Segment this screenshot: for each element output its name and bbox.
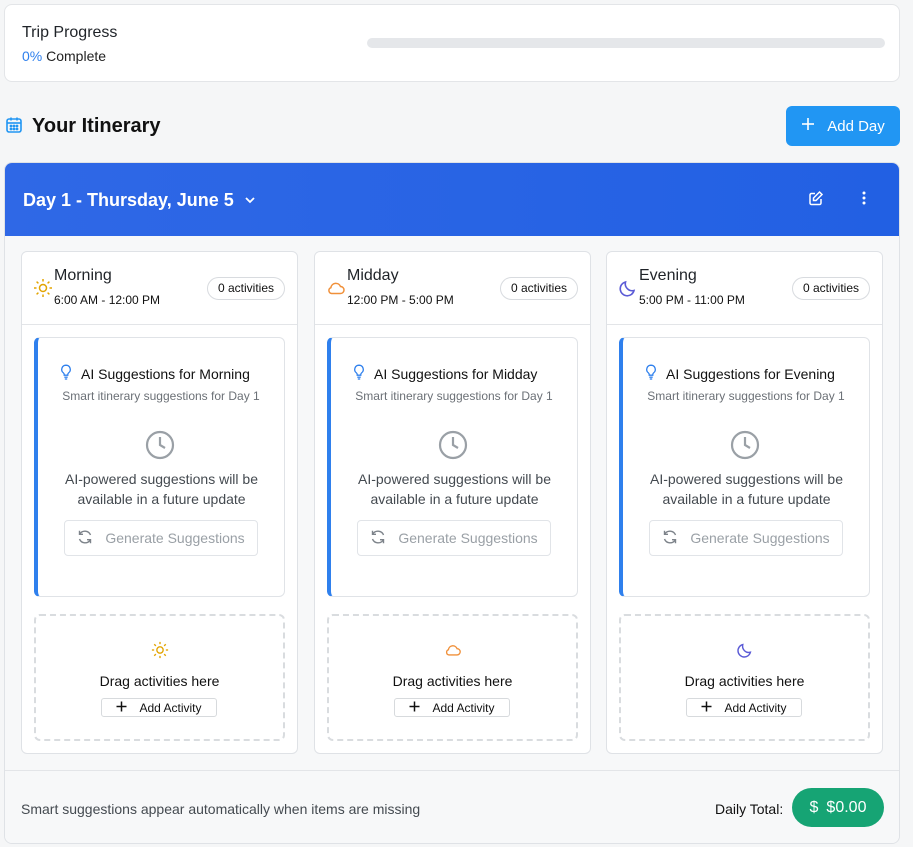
moon-icon (736, 641, 754, 659)
ai-suggestions-title: AI Suggestions for Evening (666, 365, 835, 382)
ai-suggestions-heading: AI Suggestions for Evening (645, 364, 835, 383)
progress-title: Trip Progress (22, 24, 118, 41)
period-header: Midday 12:00 PM - 5:00 PM 0 activities (315, 252, 590, 325)
period-header: Evening 5:00 PM - 11:00 PM 0 activities (607, 252, 882, 325)
add-activity-label: Add Activity (139, 700, 202, 715)
generate-suggestions-button[interactable]: Generate Suggestions (64, 520, 258, 556)
generate-suggestions-label: Generate Suggestions (105, 530, 245, 546)
period-evening: Evening 5:00 PM - 11:00 PM 0 activities … (606, 251, 883, 754)
period-name: Morning (54, 267, 112, 284)
sun-icon (151, 641, 169, 659)
plus-icon (801, 117, 815, 135)
day-more-button[interactable] (853, 189, 875, 211)
progress-status: 0% Complete (22, 48, 106, 64)
add-activity-button[interactable]: Add Activity (686, 698, 802, 717)
activity-count-badge: 0 activities (206, 277, 285, 300)
ai-suggestions-panel: AI Suggestions for Midday Smart itinerar… (327, 337, 578, 597)
more-vertical-icon (862, 191, 866, 210)
ai-suggestions-message: AI-powered suggestions will be available… (358, 471, 551, 507)
itinerary-title: Your Itinerary (32, 115, 161, 137)
clock-icon (437, 429, 469, 461)
ai-suggestions-subtitle: Smart itinerary suggestions for Day 1 (62, 389, 260, 403)
day-card: Day 1 - Thursday, June 5 Morning 6:00 AM… (4, 162, 900, 844)
activity-drop-zone[interactable]: Drag activities here Add Activity (327, 614, 578, 741)
generate-suggestions-label: Generate Suggestions (398, 530, 538, 546)
ai-suggestions-message: AI-powered suggestions will be available… (650, 471, 843, 507)
add-activity-label: Add Activity (724, 700, 787, 715)
moon-icon (618, 278, 638, 298)
ai-suggestions-title: AI Suggestions for Midday (374, 365, 538, 382)
footer-hint: Smart suggestions appear automatically w… (21, 801, 421, 817)
clock-icon (729, 429, 761, 461)
period-time: 6:00 AM - 12:00 PM (54, 293, 161, 307)
progress-bar (367, 38, 885, 48)
lightbulb-icon (645, 364, 657, 383)
add-day-label: Add Day (827, 117, 885, 135)
trip-progress-card: Trip Progress 0% Complete (4, 4, 900, 82)
activity-drop-zone[interactable]: Drag activities here Add Activity (619, 614, 870, 741)
activity-count-badge: 0 activities (791, 277, 870, 300)
period-header: Morning 6:00 AM - 12:00 PM 0 activities (22, 252, 297, 325)
lightbulb-icon (60, 364, 72, 383)
cloud-icon (444, 641, 462, 659)
chevron-down-icon (244, 190, 256, 211)
period-time: 5:00 PM - 11:00 PM (639, 293, 745, 307)
ai-suggestions-title: AI Suggestions for Morning (81, 365, 250, 382)
add-activity-label: Add Activity (432, 700, 495, 715)
daily-total-badge: $ $0.00 (792, 788, 884, 827)
plus-icon (409, 701, 420, 715)
generate-suggestions-button[interactable]: Generate Suggestions (649, 520, 843, 556)
ai-suggestions-subtitle: Smart itinerary suggestions for Day 1 (355, 389, 553, 403)
add-activity-button[interactable]: Add Activity (101, 698, 217, 717)
progress-percent: 0% (22, 48, 43, 64)
period-midday: Midday 12:00 PM - 5:00 PM 0 activities A… (314, 251, 591, 754)
activity-drop-zone[interactable]: Drag activities here Add Activity (34, 614, 285, 741)
cloud-icon (326, 278, 346, 298)
period-name: Evening (639, 267, 697, 284)
itinerary-header: Your Itinerary Add Day (4, 106, 900, 146)
period-morning: Morning 6:00 AM - 12:00 PM 0 activities … (21, 251, 298, 754)
edit-day-button[interactable] (805, 189, 827, 211)
lightbulb-icon (353, 364, 365, 383)
ai-suggestions-subtitle: Smart itinerary suggestions for Day 1 (647, 389, 845, 403)
add-activity-button[interactable]: Add Activity (394, 698, 510, 717)
progress-complete-label: Complete (46, 48, 107, 64)
refresh-icon (77, 529, 93, 548)
drop-zone-text: Drag activities here (392, 673, 513, 689)
period-name: Midday (347, 267, 399, 284)
drop-zone-text: Drag activities here (99, 673, 220, 689)
ai-suggestions-panel: AI Suggestions for Evening Smart itinera… (619, 337, 870, 597)
drop-zone-text: Drag activities here (684, 673, 805, 689)
dollar-icon: $ (809, 798, 819, 816)
refresh-icon (662, 529, 678, 548)
sun-icon (33, 278, 53, 298)
clock-icon (144, 429, 176, 461)
plus-icon (701, 701, 712, 715)
ai-suggestions-panel: AI Suggestions for Morning Smart itinera… (34, 337, 285, 597)
day-title: Day 1 - Thursday, June 5 (23, 190, 234, 210)
add-day-button[interactable]: Add Day (786, 106, 900, 146)
day-title-toggle[interactable]: Day 1 - Thursday, June 5 (23, 190, 256, 211)
refresh-icon (370, 529, 386, 548)
ai-suggestions-message: AI-powered suggestions will be available… (65, 471, 258, 507)
period-time: 12:00 PM - 5:00 PM (347, 293, 454, 307)
day-header: Day 1 - Thursday, June 5 (5, 163, 899, 236)
generate-suggestions-label: Generate Suggestions (690, 530, 830, 546)
daily-total-label: Daily Total: (715, 801, 784, 817)
generate-suggestions-button[interactable]: Generate Suggestions (357, 520, 551, 556)
ai-suggestions-heading: AI Suggestions for Morning (60, 364, 250, 383)
activity-count-badge: 0 activities (499, 277, 578, 300)
edit-icon (808, 190, 824, 211)
plus-icon (116, 701, 127, 715)
ai-suggestions-heading: AI Suggestions for Midday (353, 364, 537, 383)
daily-total-value: $0.00 (826, 798, 867, 816)
calendar-icon (5, 116, 23, 134)
day-footer: Smart suggestions appear automatically w… (5, 770, 899, 843)
